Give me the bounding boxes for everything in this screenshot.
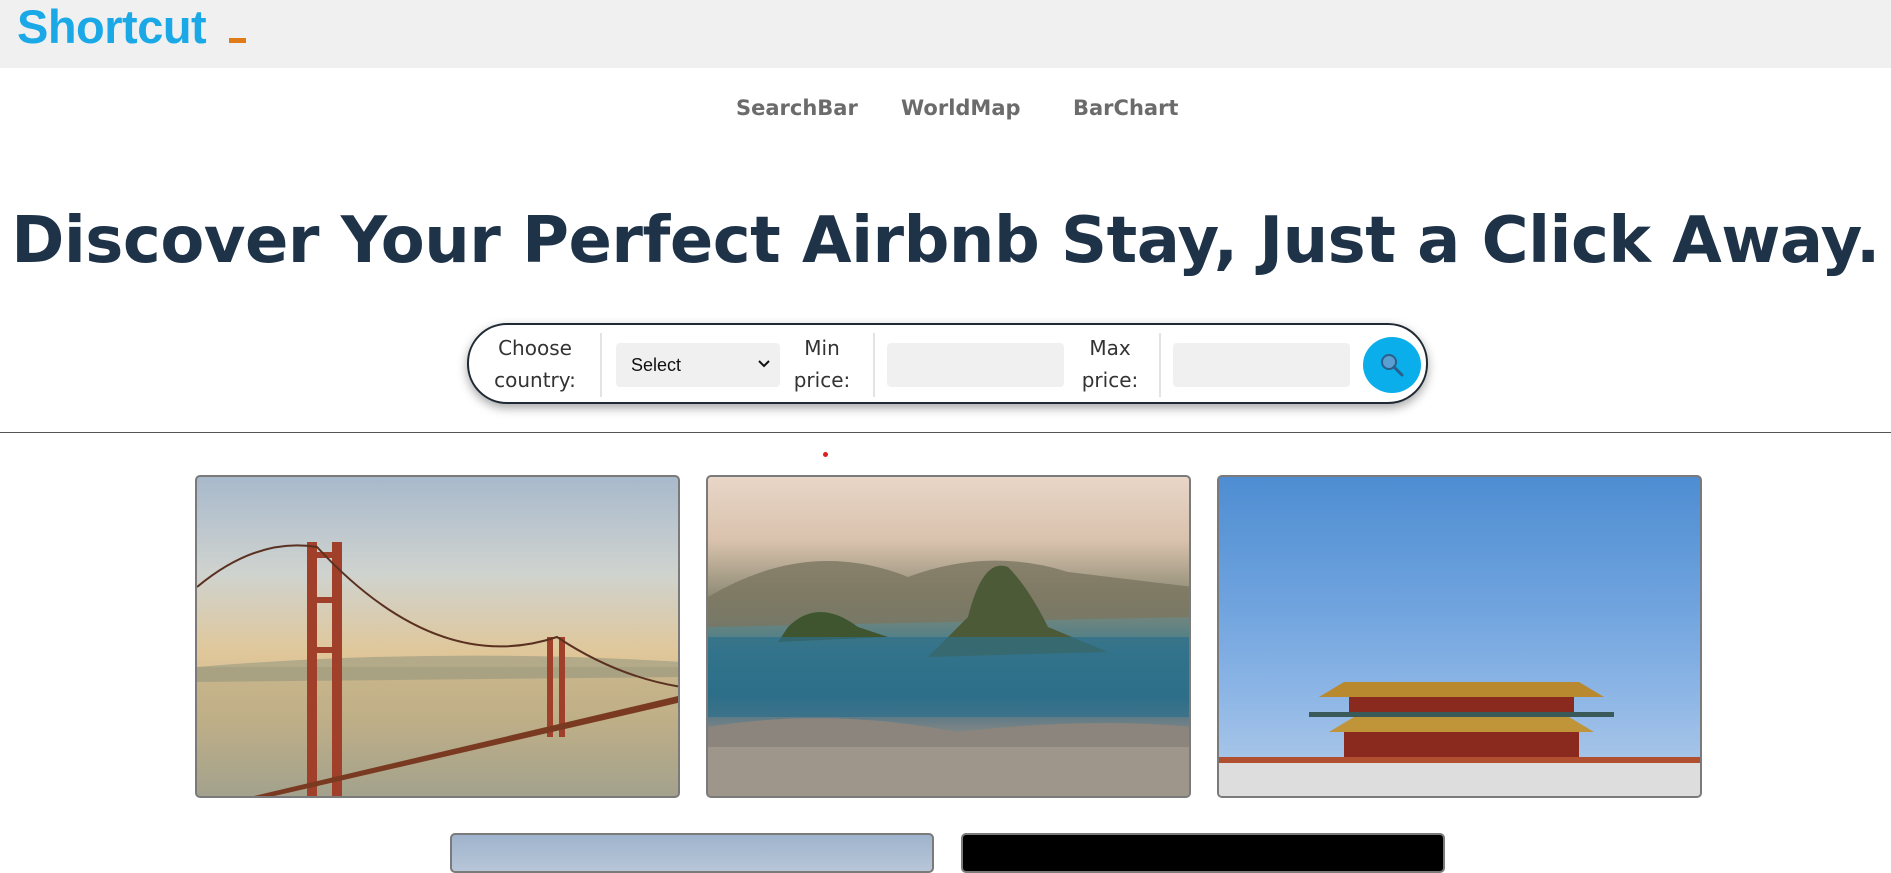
max-price-label-line2: price:: [1081, 368, 1139, 392]
nav-link-barchart[interactable]: BarChart: [1073, 96, 1178, 120]
top-header-bar: Shortcut: [0, 0, 1891, 68]
search-bar: Choose country: Select Min price: Max pr…: [467, 323, 1428, 404]
logo-underscore-mark: [229, 38, 246, 43]
forbidden-city-image[interactable]: [1217, 475, 1702, 798]
section-divider: [0, 432, 1891, 433]
max-price-label: Max price:: [1075, 332, 1145, 396]
country-select-value: Select: [631, 355, 682, 375]
main-nav: SearchBar WorldMap BarChart: [0, 96, 1891, 128]
hero-headline: Discover Your Perfect Airbnb Stay, Just …: [11, 204, 1880, 278]
palace-illustration: [1219, 682, 1700, 796]
max-price-input[interactable]: [1173, 343, 1350, 387]
bridge-illustration: [197, 542, 678, 796]
nav-link-worldmap[interactable]: WorldMap: [901, 96, 1021, 120]
search-divider: [1159, 333, 1161, 397]
min-price-label-line2: price:: [793, 368, 851, 392]
city-image-partial[interactable]: [450, 833, 934, 873]
min-price-label-line1: Min: [804, 336, 840, 360]
golden-gate-bridge-image[interactable]: [195, 475, 680, 798]
dark-image-partial[interactable]: [961, 833, 1445, 873]
country-label-line2: country:: [494, 368, 576, 392]
nav-link-searchbar[interactable]: SearchBar: [736, 96, 858, 120]
search-divider: [873, 333, 875, 397]
red-dot-marker: [823, 452, 828, 457]
rio-illustration: [708, 560, 1189, 796]
country-label-line1: Choose: [498, 336, 572, 360]
min-price-label: Min price:: [787, 332, 857, 396]
max-price-label-line1: Max: [1089, 336, 1131, 360]
search-icon: [1381, 354, 1404, 377]
search-divider: [600, 333, 602, 397]
country-select[interactable]: Select: [616, 343, 780, 387]
chevron-down-icon: [758, 360, 770, 368]
search-button[interactable]: [1363, 337, 1421, 393]
shortcut-logo[interactable]: Shortcut: [17, 0, 207, 54]
min-price-input[interactable]: [887, 343, 1064, 387]
rio-de-janeiro-image[interactable]: [706, 475, 1191, 798]
country-label: Choose country:: [487, 332, 583, 396]
